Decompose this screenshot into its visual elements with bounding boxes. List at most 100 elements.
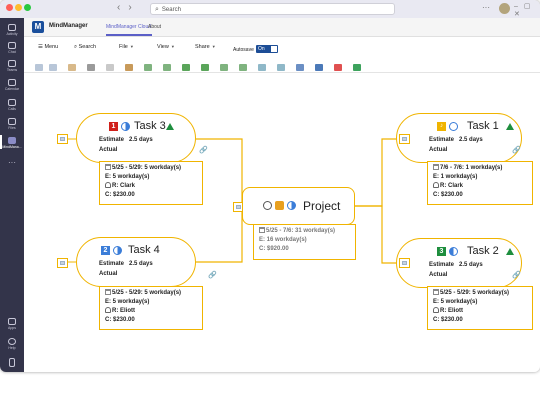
chevron-down-icon: ▼ — [129, 44, 134, 49]
relationship-icon[interactable] — [220, 64, 228, 71]
rail-item-calls[interactable]: Calls — [0, 99, 24, 111]
avatar[interactable] — [499, 3, 510, 14]
progress-icon — [287, 201, 296, 210]
rail-item-chat[interactable]: Chat — [0, 42, 24, 54]
estimate-row: Estimate 2.5 days — [99, 261, 153, 267]
rail-item-device[interactable] — [0, 358, 24, 367]
add-topic-icon[interactable] — [144, 64, 152, 71]
topic-task-1[interactable]: ♪ Task 1 Estimate 2.5 days Actual — [396, 113, 522, 163]
note-icon[interactable] — [258, 64, 266, 71]
topic-task-2[interactable]: 3 Task 2 Estimate 2.5 days Actual — [396, 238, 522, 288]
attachment-icon[interactable]: 🔗 — [512, 271, 521, 279]
add-callout-icon[interactable] — [182, 64, 190, 71]
task-name: Task 1 — [467, 120, 499, 132]
estimate-row: Estimate 2.5 days — [99, 137, 153, 143]
minimize-window-button[interactable] — [15, 4, 22, 11]
task-3-info: 5/25 - 5/29: 5 workday(s) E: 5 workday(s… — [99, 161, 203, 205]
note-icon[interactable] — [399, 258, 410, 268]
active-tab-indicator — [106, 34, 152, 36]
project-info: 5/25 - 7/6: 31 workday(s) E: 16 workday(… — [253, 224, 356, 260]
tab-mindmanager-cloud[interactable]: MindManager Cloud — [106, 24, 151, 30]
paste-icon[interactable] — [68, 64, 76, 71]
share-menu-button[interactable]: Share ▼ — [195, 44, 216, 50]
actual-label: Actual — [429, 147, 448, 153]
add-floating-topic-icon[interactable] — [201, 64, 209, 71]
add-subtopic-icon[interactable] — [163, 64, 171, 71]
green-triangle-icon — [506, 123, 514, 130]
actual-label: Actual — [429, 272, 448, 278]
attachment-icon[interactable]: 🔗 — [512, 146, 521, 154]
ribbon-toolbar: ☰ Menu ⌕ Search File ▼ View ▼ Share ▼ Autos… — [24, 37, 540, 73]
window-controls[interactable]: – ▢ ✕ — [514, 2, 540, 18]
menu-button[interactable]: ☰ Menu — [38, 44, 58, 50]
progress-icon — [121, 122, 130, 131]
rail-item-apps[interactable]: Apps — [0, 318, 24, 330]
undo-icon[interactable] — [35, 64, 43, 71]
chat-icon — [8, 42, 16, 49]
calendar-icon — [433, 164, 439, 170]
hyperlink-icon[interactable] — [315, 64, 323, 71]
mindmanager-logo-icon: M — [32, 21, 44, 33]
search-icon: ⌕ — [155, 6, 159, 13]
topic-task-4[interactable]: 2 Task 4 Estimate 2.5 days Actual — [76, 237, 196, 287]
rail-item-mindmanager[interactable]: MindMana... — [0, 137, 24, 149]
back-arrow-icon[interactable]: ‹ — [117, 2, 120, 13]
autosave-toggle[interactable]: On — [256, 45, 278, 53]
delete-icon[interactable] — [334, 64, 342, 71]
actual-label: Actual — [99, 147, 118, 153]
resource-icon — [275, 201, 284, 210]
topic-task-3[interactable]: 1 Task 3 Estimate 2.5 days Actual — [76, 113, 196, 163]
rail-item-files[interactable]: Files — [0, 118, 24, 130]
cut-icon[interactable] — [87, 64, 95, 71]
zoom-window-button[interactable] — [24, 4, 31, 11]
green-triangle-icon — [506, 248, 514, 255]
person-icon — [105, 182, 111, 188]
priority-icon: ♪ — [437, 122, 446, 131]
more-options-button[interactable]: ··· — [482, 3, 490, 12]
chevron-down-icon: ▼ — [211, 44, 216, 49]
redo-icon[interactable] — [49, 64, 57, 71]
bell-icon — [8, 24, 16, 31]
person-icon — [105, 307, 111, 313]
close-window-button[interactable] — [6, 4, 13, 11]
view-menu-button[interactable]: View ▼ — [157, 44, 175, 50]
rail-item-help[interactable]: Help — [0, 338, 24, 350]
mind-map-canvas[interactable]: 1 Task 3 Estimate 2.5 days Actual 🔗 5/25… — [24, 73, 540, 372]
attachment-icon[interactable]: 🔗 — [199, 146, 208, 154]
rail-more-button[interactable]: ··· — [0, 158, 24, 167]
share-icon[interactable] — [353, 64, 361, 71]
toggle-knob — [271, 46, 277, 52]
estimate-row: Estimate 2.5 days — [429, 262, 483, 268]
calendar-icon — [105, 289, 111, 295]
app-title: MindManager — [49, 23, 88, 29]
central-topic-project[interactable]: Project — [242, 187, 355, 225]
phone-icon — [8, 99, 16, 106]
rail-item-activity[interactable]: Activity — [0, 24, 24, 36]
actual-label: Actual — [99, 271, 118, 277]
note-icon[interactable] — [57, 258, 68, 268]
boundary-icon[interactable] — [239, 64, 247, 71]
file-menu-button[interactable]: File ▼ — [119, 44, 134, 50]
search-input[interactable]: ⌕ Search — [150, 3, 395, 15]
task-1-info: 7/6 - 7/6: 1 workday(s) E: 1 workday(s) … — [427, 161, 533, 205]
help-icon — [8, 338, 16, 345]
note-icon[interactable] — [57, 134, 68, 144]
chevron-down-icon: ▼ — [170, 44, 175, 49]
note-icon[interactable] — [399, 134, 410, 144]
image-icon[interactable] — [296, 64, 304, 71]
rail-item-teams[interactable]: Teams — [0, 60, 24, 72]
teams-icon — [8, 60, 16, 67]
mindmanager-icon — [8, 137, 16, 144]
device-icon — [9, 358, 15, 367]
files-icon — [8, 118, 16, 125]
rail-item-calendar[interactable]: Calendar — [0, 79, 24, 91]
tab-about[interactable]: About — [148, 24, 161, 30]
attachment-icon[interactable]: 🔗 — [208, 271, 217, 279]
forward-arrow-icon[interactable]: › — [128, 2, 131, 13]
autosave-label: Autosave — [233, 47, 254, 53]
attachment-icon[interactable] — [277, 64, 285, 71]
search-button[interactable]: ⌕ Search — [74, 44, 96, 51]
priority-icon: 1 — [109, 122, 118, 131]
copy-icon[interactable] — [106, 64, 114, 71]
format-painter-icon[interactable] — [125, 64, 133, 71]
